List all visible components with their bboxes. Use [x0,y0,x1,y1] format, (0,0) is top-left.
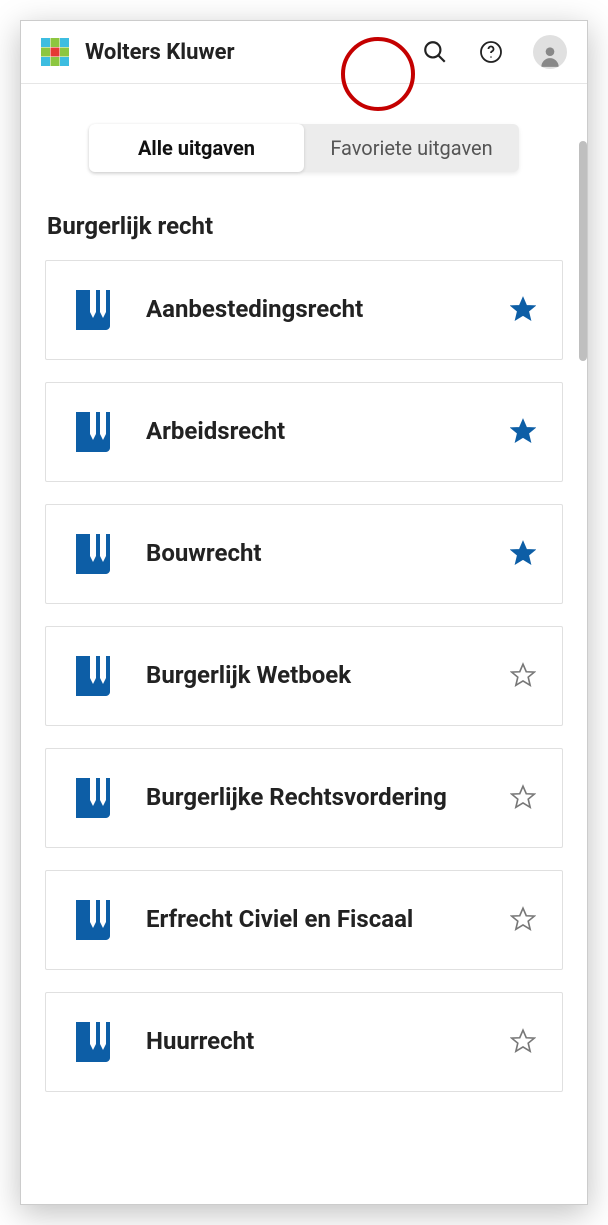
favorite-star-icon[interactable] [510,784,538,812]
favorite-star-icon[interactable] [510,906,538,934]
favorite-star-icon[interactable] [510,418,538,446]
list-item[interactable]: Huurrecht [45,992,563,1092]
favorite-star-icon[interactable] [510,1028,538,1056]
list-item-title: Huurrecht [146,1026,482,1057]
header-actions [421,35,567,69]
favorite-star-icon[interactable] [510,662,538,690]
list-item[interactable]: Aanbestedingsrecht [45,260,563,360]
list-item-title: Erfrecht Civiel en Fiscaal [146,904,482,935]
app-frame: Wolters Kluwer [20,20,588,1205]
list-item-title: Bouwrecht [146,538,482,569]
section-title: Burgerlijk recht [47,212,563,240]
book-icon [70,530,118,578]
content: Alle uitgaven Favoriete uitgaven Burgerl… [21,84,587,1205]
favorite-star-icon[interactable] [510,540,538,568]
search-icon[interactable] [421,38,449,66]
avatar[interactable] [533,35,567,69]
list-item[interactable]: Burgerlijke Rechtsvordering [45,748,563,848]
brand-title: Wolters Kluwer [85,40,405,65]
book-icon [70,774,118,822]
list-item-title: Burgerlijk Wetboek [146,660,482,691]
brand-logo-icon [41,38,69,66]
book-icon [70,408,118,456]
list-item-title: Burgerlijke Rechtsvordering [146,782,482,813]
book-icon [70,1018,118,1066]
tab-favorites[interactable]: Favoriete uitgaven [304,124,519,172]
list-item[interactable]: Bouwrecht [45,504,563,604]
list-item[interactable]: Arbeidsrecht [45,382,563,482]
publication-list: Aanbestedingsrecht Arbeidsrecht Bouwrech… [45,260,563,1092]
list-item[interactable]: Erfrecht Civiel en Fiscaal [45,870,563,970]
header: Wolters Kluwer [21,21,587,84]
list-item-title: Aanbestedingsrecht [146,294,482,325]
tab-all[interactable]: Alle uitgaven [89,124,304,172]
help-icon[interactable] [477,38,505,66]
list-item-title: Arbeidsrecht [146,416,482,447]
book-icon [70,652,118,700]
book-icon [70,286,118,334]
book-icon [70,896,118,944]
tabs: Alle uitgaven Favoriete uitgaven [89,124,519,172]
list-item[interactable]: Burgerlijk Wetboek [45,626,563,726]
favorite-star-icon[interactable] [510,296,538,324]
